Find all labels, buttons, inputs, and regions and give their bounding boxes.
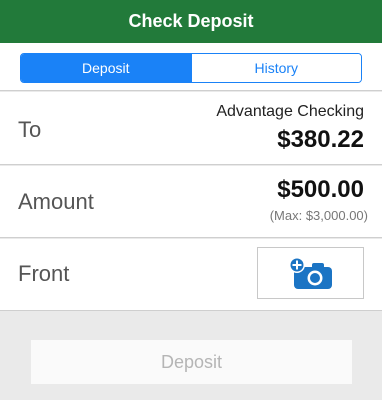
account-name: Advantage Checking — [216, 103, 364, 120]
to-account-row[interactable]: To Advantage Checking $380.22 — [0, 92, 382, 165]
amount-label: Amount — [18, 189, 94, 214]
deposit-button[interactable]: Deposit — [31, 340, 352, 384]
tab-deposit[interactable]: Deposit — [21, 54, 191, 82]
capture-front-button[interactable] — [257, 247, 364, 299]
front-label: Front — [18, 261, 70, 286]
add-camera-icon — [288, 257, 332, 289]
segmented-control: Deposit History — [20, 53, 362, 83]
tab-bar: Deposit History — [0, 43, 382, 91]
to-label: To — [18, 117, 42, 142]
nav-bar: Check Deposit — [0, 0, 382, 43]
account-balance: $380.22 — [277, 126, 364, 153]
amount-value: $500.00 — [277, 176, 364, 203]
front-image-row: Front — [0, 239, 382, 311]
amount-max-note: (Max: $3,000.00) — [269, 208, 368, 223]
tab-history[interactable]: History — [190, 54, 361, 82]
page-title: Check Deposit — [128, 11, 254, 31]
amount-row[interactable]: Amount $500.00 (Max: $3,000.00) — [0, 166, 382, 238]
